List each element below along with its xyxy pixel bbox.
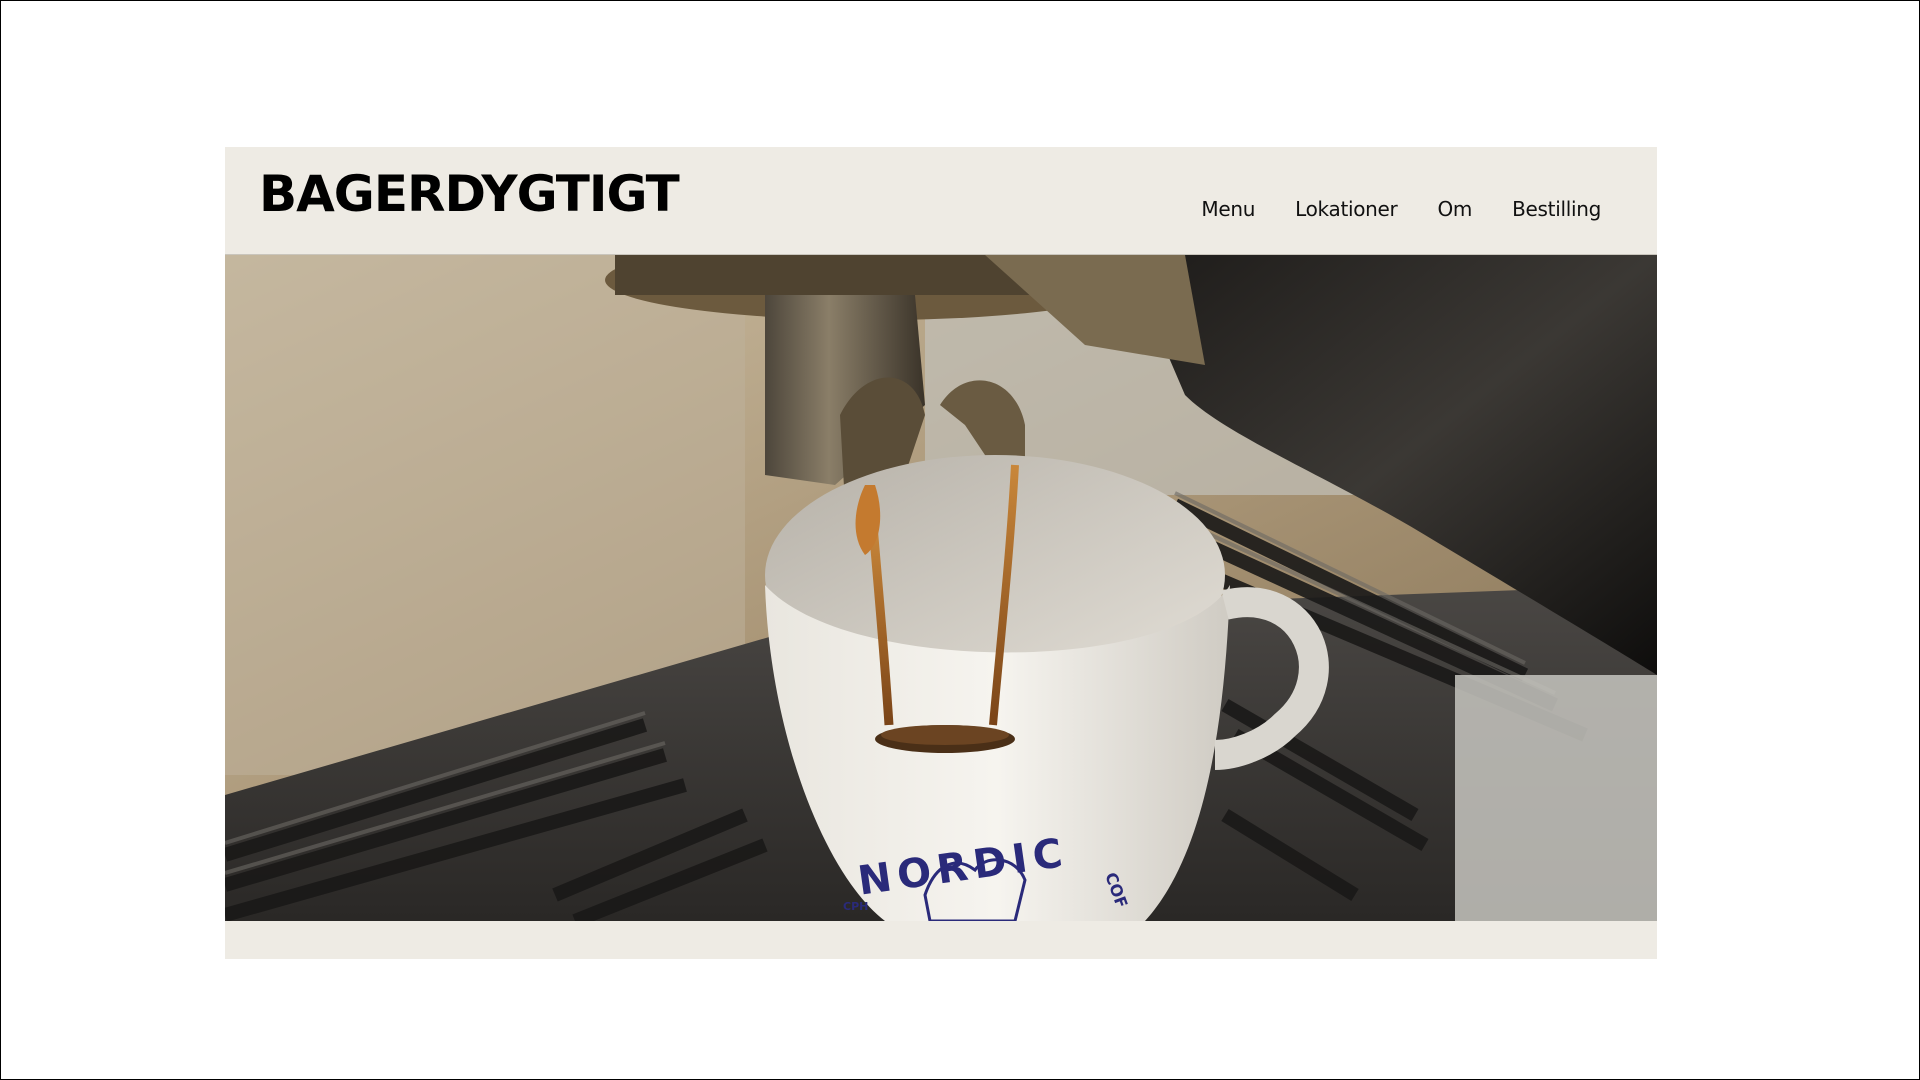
screen-frame: BAGERDYGTIGT Menu Lokationer Om Bestilli… bbox=[0, 0, 1920, 1080]
cup-print-small-left: CPH bbox=[843, 900, 868, 913]
nav-item-menu[interactable]: Menu bbox=[1201, 197, 1255, 221]
nav-item-om[interactable]: Om bbox=[1437, 197, 1472, 221]
hero-image: NORDIC CPH COF bbox=[225, 255, 1657, 921]
main-nav: Menu Lokationer Om Bestilling bbox=[1201, 197, 1601, 221]
nav-item-bestilling[interactable]: Bestilling bbox=[1512, 197, 1601, 221]
site-header: BAGERDYGTIGT Menu Lokationer Om Bestilli… bbox=[225, 147, 1657, 255]
website: BAGERDYGTIGT Menu Lokationer Om Bestilli… bbox=[225, 147, 1657, 959]
footer-strip bbox=[225, 921, 1657, 959]
nav-item-lokationer[interactable]: Lokationer bbox=[1295, 197, 1398, 221]
brand-logo[interactable]: BAGERDYGTIGT bbox=[259, 169, 680, 219]
espresso-pour-photo: NORDIC CPH COF bbox=[225, 255, 1657, 921]
